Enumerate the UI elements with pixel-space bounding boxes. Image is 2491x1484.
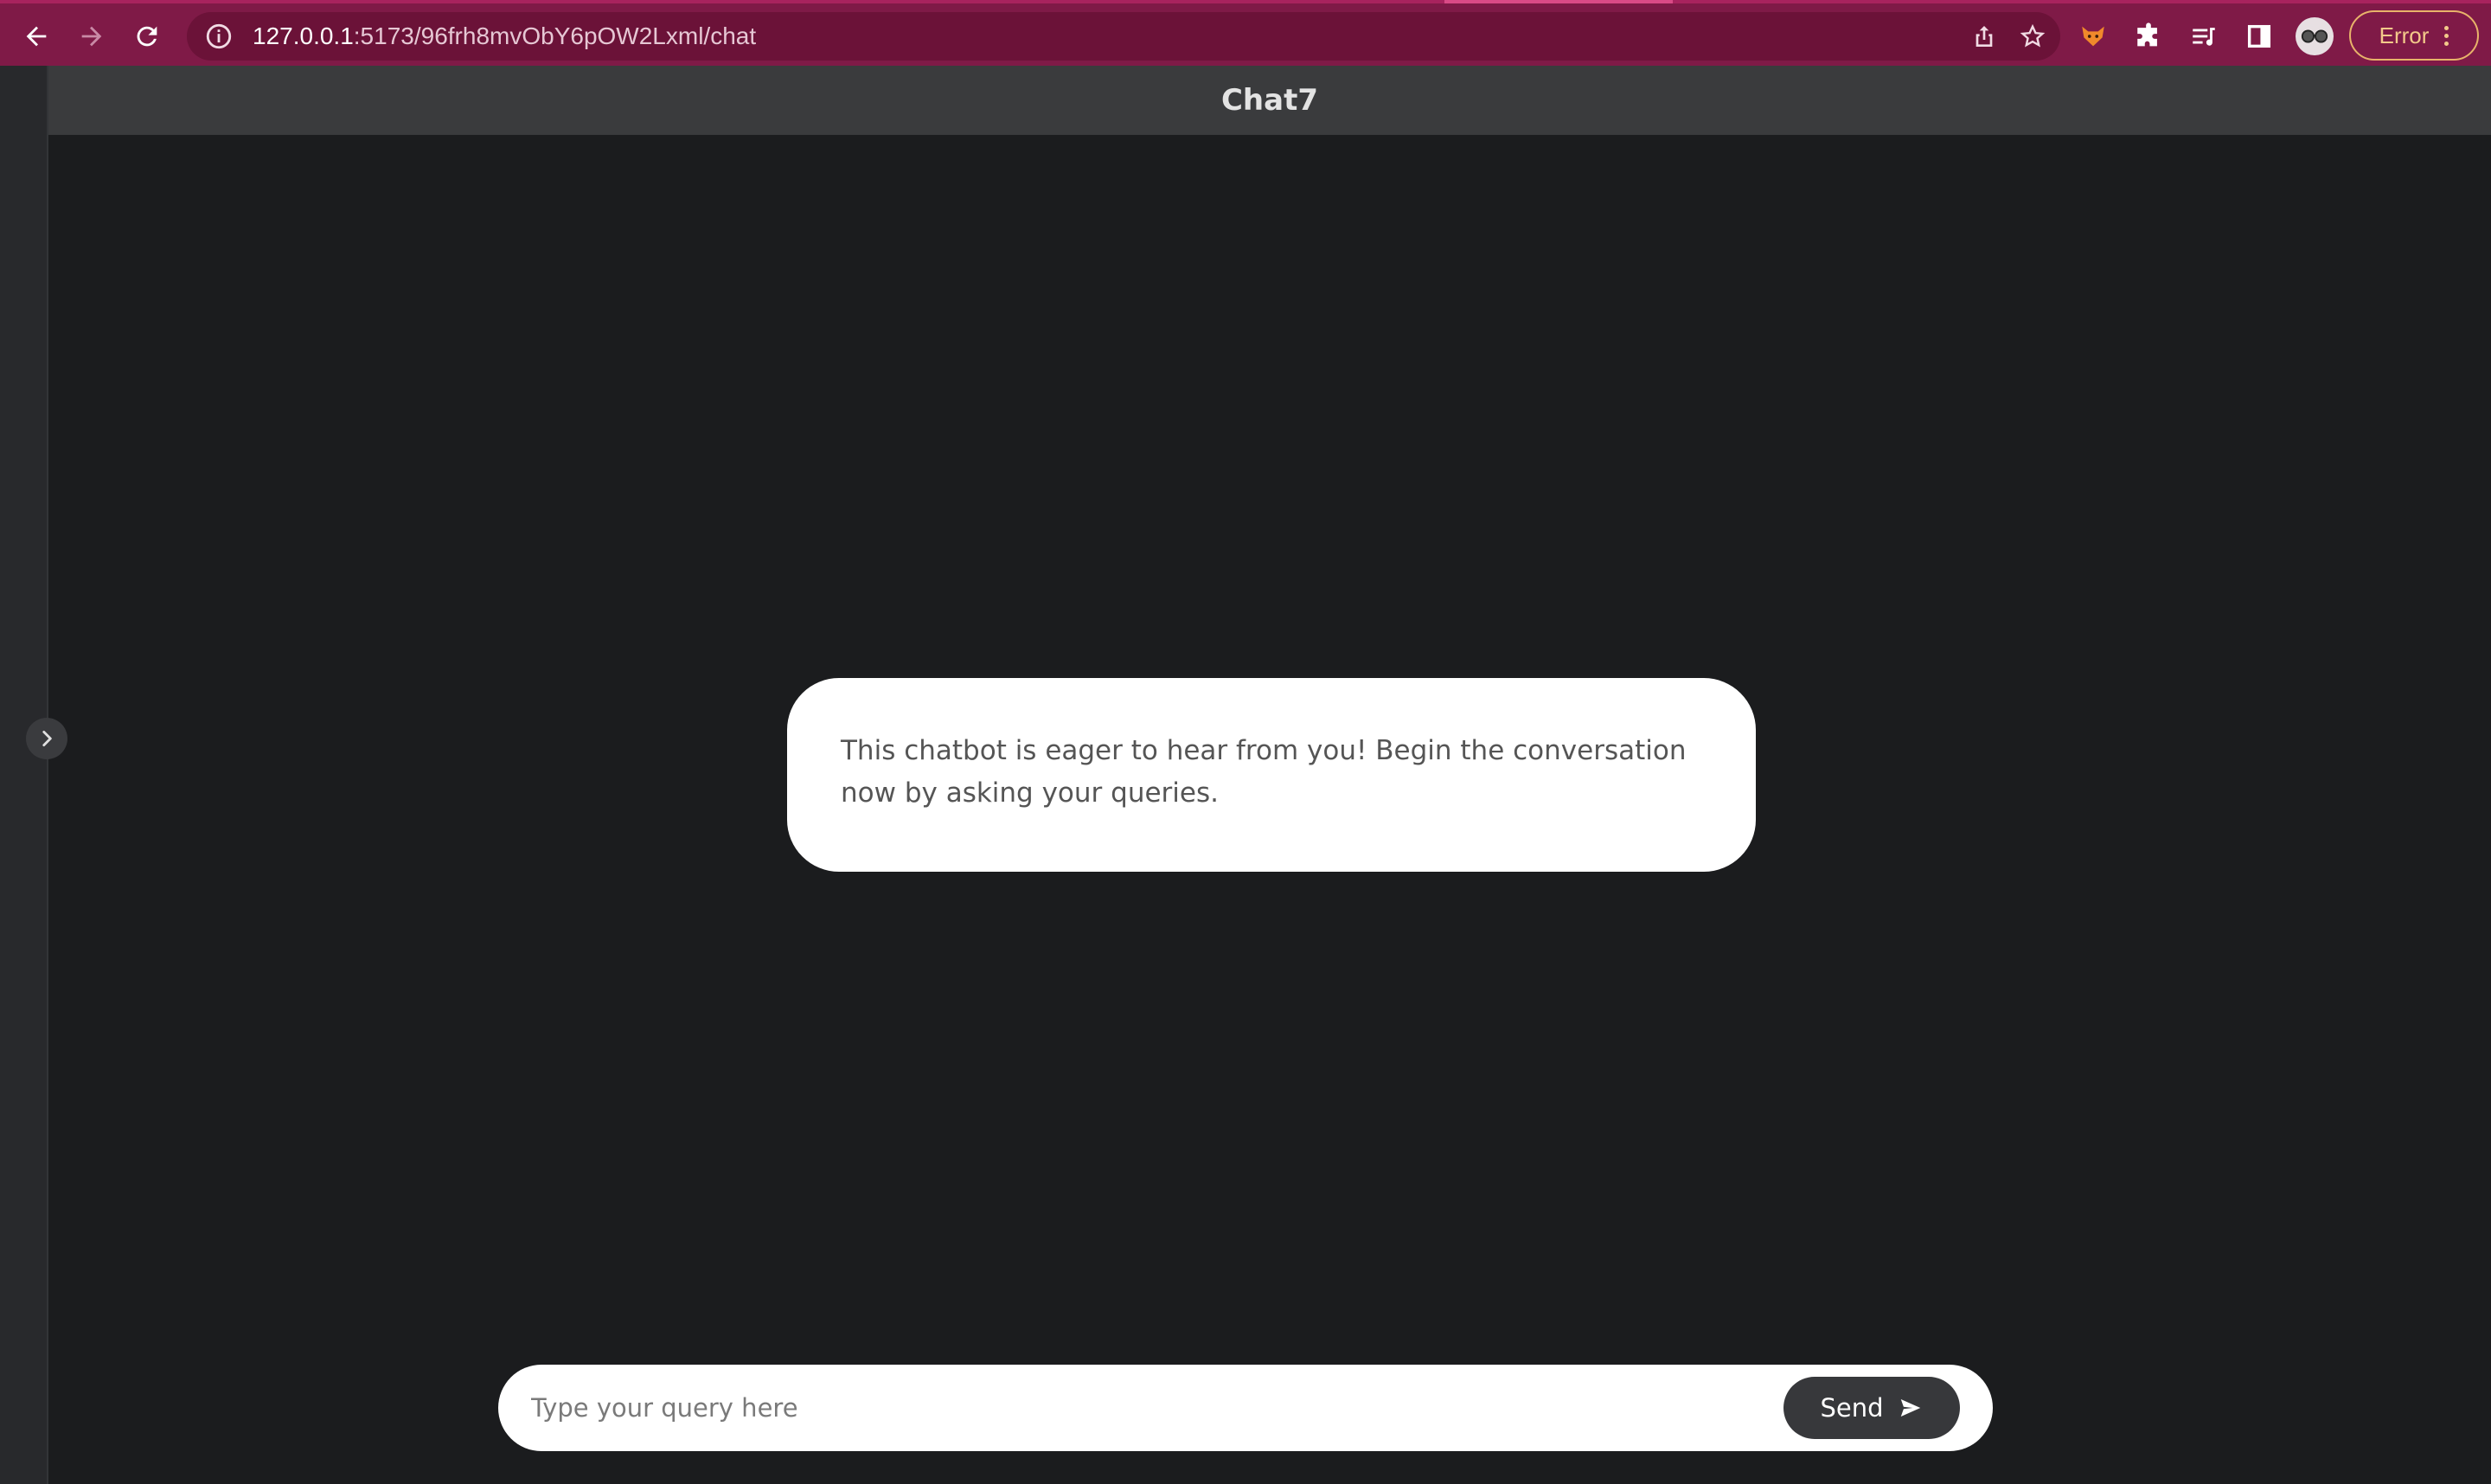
welcome-message: This chatbot is eager to hear from you! … (841, 735, 1687, 809)
share-icon[interactable] (1970, 22, 1998, 50)
query-input[interactable] (531, 1393, 1783, 1423)
menu-dots-icon (2444, 25, 2449, 46)
loading-indicator (1444, 0, 1673, 3)
chat-area: This chatbot is eager to hear from you! … (48, 135, 2491, 1484)
info-icon[interactable] (204, 22, 234, 51)
extensions-button[interactable] (2129, 17, 2168, 55)
sidebar-toggle-button[interactable] (26, 718, 67, 759)
profile-error-button[interactable]: Error (2349, 10, 2479, 61)
chevron-right-icon (42, 731, 52, 746)
url-host: 127.0.0.1 (253, 22, 354, 49)
puzzle-icon (2137, 22, 2157, 47)
fox-extension-button[interactable] (2074, 17, 2112, 55)
star-icon[interactable] (2019, 22, 2046, 50)
app-header: Chat7 (48, 66, 2491, 135)
error-label: Error (2379, 22, 2430, 48)
back-button[interactable] (9, 9, 64, 64)
glasses-icon (2301, 29, 2328, 43)
fox-extension-icon (2082, 26, 2104, 47)
send-icon (1900, 1399, 1920, 1417)
welcome-message-card: This chatbot is eager to hear from you! … (787, 678, 1756, 872)
reading-list-icon (2193, 28, 2215, 46)
url-path: :5173/96frh8mvObY6pOW2Lxml/chat (353, 22, 757, 49)
reload-button[interactable] (119, 9, 175, 64)
reading-list-button[interactable] (2185, 17, 2223, 55)
side-panel-icon (2247, 24, 2271, 48)
side-panel-button[interactable] (2240, 17, 2278, 55)
forward-icon (81, 26, 102, 47)
forward-button[interactable] (64, 9, 119, 64)
message-composer: Send (498, 1365, 1993, 1451)
reload-icon (137, 26, 157, 47)
collapsed-sidebar (0, 66, 48, 1484)
app-title: Chat7 (1220, 83, 1318, 118)
send-button[interactable]: Send (1783, 1377, 1960, 1439)
browser-toolbar: 127.0.0.1:5173/96frh8mvObY6pOW2Lxml/chat… (0, 0, 2491, 66)
address-bar[interactable]: 127.0.0.1:5173/96frh8mvObY6pOW2Lxml/chat (187, 12, 2060, 61)
send-label: Send (1820, 1393, 1884, 1423)
avatar[interactable] (2296, 17, 2334, 55)
back-icon (26, 26, 47, 47)
